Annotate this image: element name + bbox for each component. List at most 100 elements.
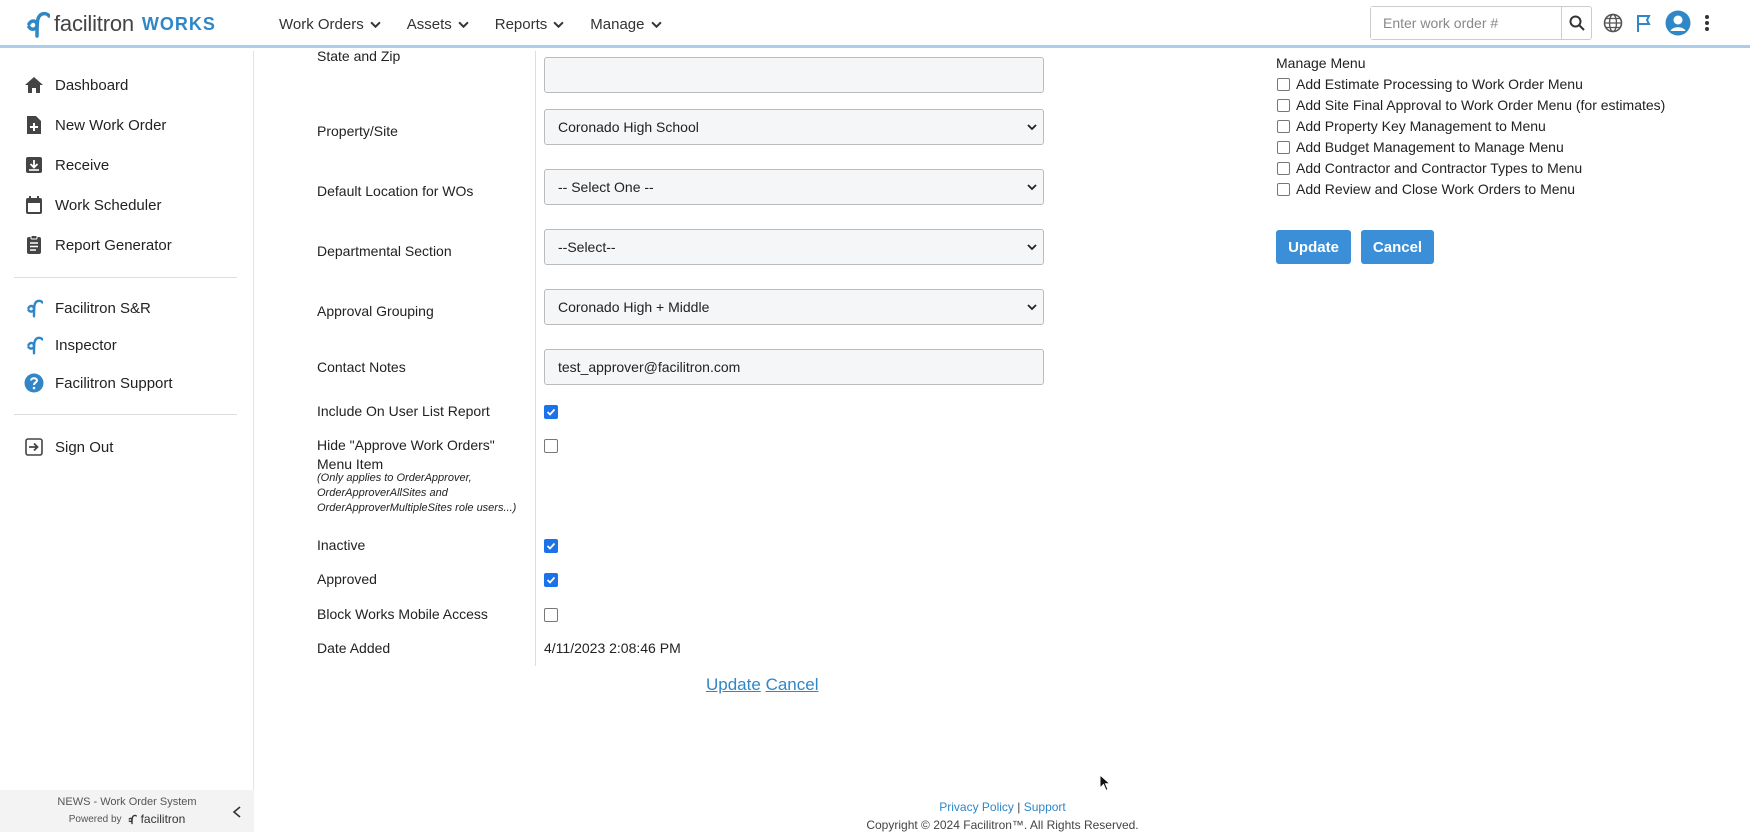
sidebar-item-label: Sign Out xyxy=(55,438,114,456)
manage-menu-checkbox[interactable] xyxy=(1277,161,1290,175)
language-button[interactable] xyxy=(1603,13,1623,33)
property-site-select[interactable]: Coronado High School xyxy=(544,109,1044,145)
user-account-button[interactable] xyxy=(1665,10,1691,36)
facilitron-logo-icon xyxy=(27,11,50,38)
form-column-divider xyxy=(535,51,536,666)
chevron-down-icon xyxy=(1027,244,1037,251)
sidebar-item-label: Dashboard xyxy=(55,76,129,94)
sidebar-item-inspector[interactable]: Inspector xyxy=(0,326,253,364)
sidebar-item-label: Facilitron Support xyxy=(55,374,173,392)
clipboard-icon xyxy=(27,235,41,254)
facilitron-logo-icon xyxy=(27,299,43,318)
hide-approve-label: Hide "Approve Work Orders" Menu Item xyxy=(317,437,495,472)
sidebar-item-facilitron-sr[interactable]: Facilitron S&R xyxy=(0,290,253,326)
flag-button[interactable] xyxy=(1635,13,1653,33)
manage-menu-option-label: Add Review and Close Work Orders to Menu xyxy=(1296,181,1576,197)
more-menu-button[interactable] xyxy=(1703,13,1711,33)
cancel-link[interactable]: Cancel xyxy=(766,675,819,694)
logo-text: facilitron xyxy=(54,11,134,36)
top-bar: facilitron WORKS Work Orders Assets Repo… xyxy=(0,0,1750,48)
nav-work-orders[interactable]: Work Orders xyxy=(279,16,381,33)
manage-menu-option-label: Add Property Key Management to Menu xyxy=(1296,118,1546,134)
nav-assets[interactable]: Assets xyxy=(407,16,469,33)
facilitron-logo-icon xyxy=(127,814,137,824)
manage-menu-option-label: Add Budget Management to Manage Menu xyxy=(1296,139,1564,155)
sidebar-item-work-scheduler[interactable]: Work Scheduler xyxy=(0,185,253,225)
sidebar-item-dashboard[interactable]: Dashboard xyxy=(0,65,253,105)
hide-approve-checkbox[interactable] xyxy=(544,439,558,453)
manage-menu-title: Manage Menu xyxy=(1276,55,1366,71)
departmental-section-select[interactable]: --Select-- xyxy=(544,229,1044,265)
property-site-label: Property/Site xyxy=(317,123,398,139)
approval-grouping-value: Coronado High + Middle xyxy=(558,299,710,315)
chevron-down-icon xyxy=(1027,184,1037,191)
search-icon xyxy=(1569,15,1585,31)
approval-grouping-select[interactable]: Coronado High + Middle xyxy=(544,289,1044,325)
include-user-list-checkbox[interactable] xyxy=(544,405,558,419)
nav-label: Reports xyxy=(494,15,548,33)
default-location-value: -- Select One -- xyxy=(558,179,654,195)
manage-update-button[interactable]: Update xyxy=(1276,230,1351,264)
approval-grouping-label: Approval Grouping xyxy=(317,303,434,319)
form-actions: Update Cancel xyxy=(706,675,818,695)
page-footer-links: Privacy Policy | Support xyxy=(255,800,1750,814)
contact-notes-input[interactable]: test_approver@facilitron.com xyxy=(544,349,1044,385)
sidebar-item-report-generator[interactable]: Report Generator xyxy=(0,225,253,265)
manage-menu-checkbox[interactable] xyxy=(1277,119,1290,133)
globe-icon xyxy=(1603,13,1623,33)
chevron-down-icon xyxy=(553,21,564,28)
manage-menu-checkbox[interactable] xyxy=(1277,77,1290,91)
nav-label: Work Orders xyxy=(279,15,364,33)
block-mobile-label: Block Works Mobile Access xyxy=(317,606,488,622)
default-location-label: Default Location for WOs xyxy=(317,183,474,199)
update-link[interactable]: Update xyxy=(706,675,761,694)
block-mobile-checkbox[interactable] xyxy=(544,608,558,622)
sidebar-item-receive[interactable]: Receive xyxy=(0,145,253,185)
footer-separator: | xyxy=(1017,800,1021,814)
sidebar-item-label: Facilitron S&R xyxy=(55,299,151,317)
work-order-search-input[interactable] xyxy=(1371,7,1561,39)
facilitron-works-logo[interactable]: facilitron WORKS xyxy=(24,9,216,39)
hide-approve-note: (Only applies to OrderApprover, OrderApp… xyxy=(317,472,517,514)
departmental-section-value: --Select-- xyxy=(558,239,616,255)
sidebar-item-sign-out[interactable]: Sign Out xyxy=(0,427,253,467)
manage-menu-checkbox[interactable] xyxy=(1277,182,1290,196)
work-order-search xyxy=(1370,6,1592,40)
checkmark-icon xyxy=(546,576,556,584)
manage-menu-option[interactable]: Add Contractor and Contractor Types to M… xyxy=(1277,160,1582,176)
manage-menu-option[interactable]: Add Review and Close Work Orders to Menu xyxy=(1277,181,1575,197)
manage-menu-option[interactable]: Add Estimate Processing to Work Order Me… xyxy=(1277,76,1583,92)
zip-input[interactable] xyxy=(544,57,1044,93)
nav-manage[interactable]: Manage xyxy=(590,16,662,33)
header-icons xyxy=(1603,10,1723,36)
manage-menu-option[interactable]: Add Budget Management to Manage Menu xyxy=(1277,139,1564,155)
support-link[interactable]: Support xyxy=(1024,800,1066,814)
state-zip-label: State and Zip xyxy=(317,48,401,64)
contact-notes-value: test_approver@facilitron.com xyxy=(558,359,741,375)
chevron-left-icon[interactable] xyxy=(232,806,242,818)
logo-works-text: WORKS xyxy=(141,13,216,34)
sidebar-item-facilitron-support[interactable]: Facilitron Support xyxy=(0,364,253,402)
sidebar-item-new-work-order[interactable]: New Work Order xyxy=(0,105,253,145)
inactive-checkbox[interactable] xyxy=(544,539,558,553)
inbox-download-icon xyxy=(26,157,42,173)
privacy-policy-link[interactable]: Privacy Policy xyxy=(939,800,1014,814)
manage-cancel-button[interactable]: Cancel xyxy=(1361,230,1434,264)
approved-checkbox[interactable] xyxy=(544,573,558,587)
manage-menu-checkbox[interactable] xyxy=(1277,98,1290,112)
approved-label: Approved xyxy=(317,571,377,587)
sidebar: Dashboard New Work Order Receive Work Sc… xyxy=(0,51,254,832)
powered-by: Powered by facilitron xyxy=(0,812,254,826)
chevron-down-icon xyxy=(458,21,469,28)
manage-menu-checkbox[interactable] xyxy=(1277,140,1290,154)
search-button[interactable] xyxy=(1561,7,1591,39)
flag-icon xyxy=(1637,15,1651,32)
nav-reports[interactable]: Reports xyxy=(495,16,565,33)
manage-menu-option[interactable]: Add Site Final Approval to Work Order Me… xyxy=(1277,97,1665,113)
property-site-value: Coronado High School xyxy=(558,119,699,135)
manage-menu-option-label: Add Contractor and Contractor Types to M… xyxy=(1296,160,1583,176)
manage-menu-option[interactable]: Add Property Key Management to Menu xyxy=(1277,118,1546,134)
facilitron-logo-icon xyxy=(27,336,43,355)
default-location-select[interactable]: -- Select One -- xyxy=(544,169,1044,205)
sidebar-item-label: Report Generator xyxy=(55,236,172,254)
